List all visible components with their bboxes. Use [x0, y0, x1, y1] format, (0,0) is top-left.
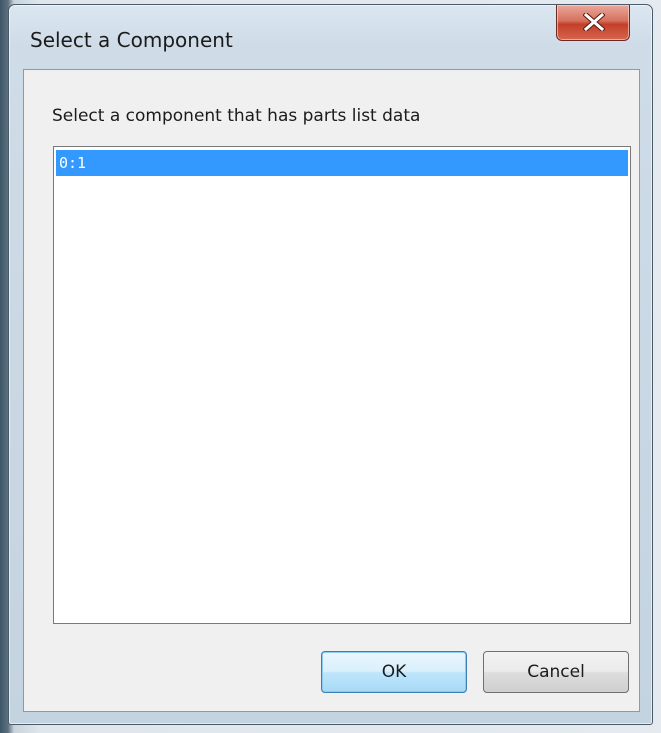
dialog-window: Select a Component Select a component th…: [8, 4, 653, 725]
close-icon: [583, 13, 605, 31]
component-listbox[interactable]: 0:1: [53, 146, 631, 624]
list-item[interactable]: 0:1: [56, 150, 628, 176]
window-title: Select a Component: [30, 28, 233, 52]
ok-button[interactable]: OK: [321, 651, 467, 693]
prompt-label: Select a component that has parts list d…: [52, 106, 421, 126]
dialog-body: Select a component that has parts list d…: [23, 69, 640, 712]
cancel-button[interactable]: Cancel: [483, 651, 629, 693]
close-button[interactable]: [556, 5, 630, 41]
title-bar[interactable]: Select a Component: [9, 5, 652, 69]
